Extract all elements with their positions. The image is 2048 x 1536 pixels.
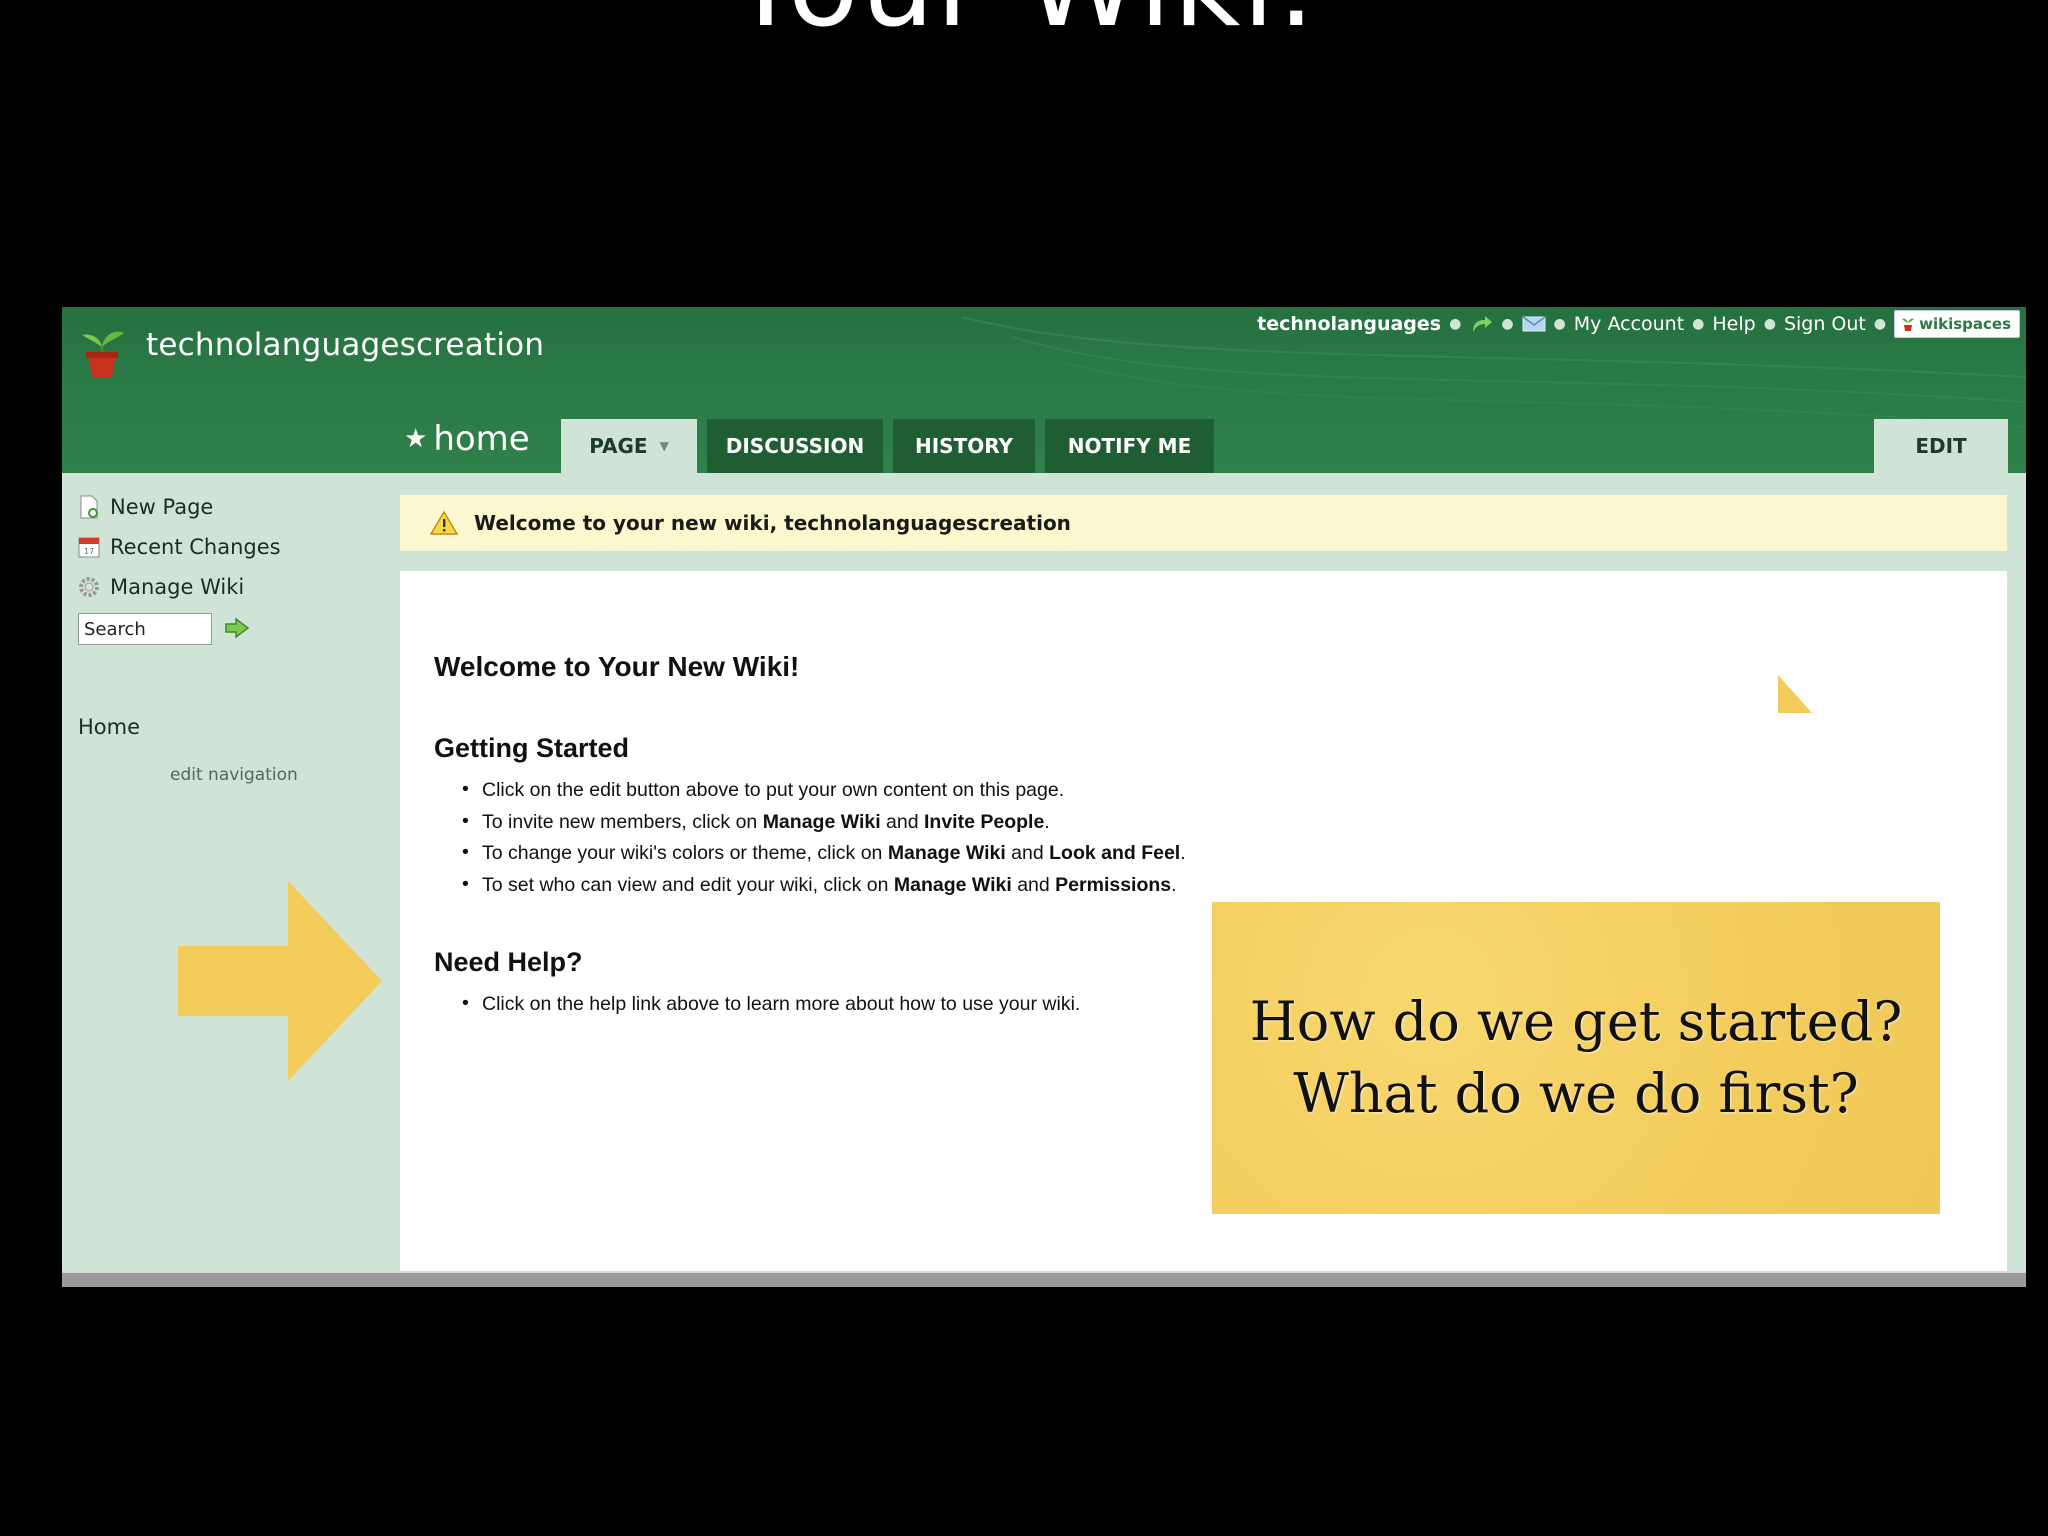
slide-title: Your Wiki: [0,0,2048,44]
site-title[interactable]: technolanguagescreation [146,327,544,363]
list-item: To set who can view and edit your wiki, … [462,873,1186,906]
need-help-heading: Need Help? [434,947,583,977]
sidebar-item-label: Recent Changes [110,535,281,559]
tab-page[interactable]: PAGE ▼ [561,419,697,473]
tab-discussion[interactable]: DISCUSSION [707,419,883,473]
content-heading: Welcome to Your New Wiki! [434,651,800,682]
list-item: To invite new members, click on Manage W… [462,810,1186,843]
separator-dot: ● [1692,316,1705,332]
calendar-icon: 17 [78,537,100,558]
star-icon[interactable]: ★ [404,424,427,454]
tab-page-label: PAGE [589,434,648,458]
getting-started-list: Click on the edit button above to put yo… [462,778,1186,906]
share-arrow-icon[interactable] [1469,314,1493,334]
tab-history[interactable]: HISTORY [893,419,1035,473]
sidebar-item-recent-changes[interactable]: 17 Recent Changes [78,535,281,559]
list-item: Click on the edit button above to put yo… [462,778,1186,811]
tab-notify-me-label: NOTIFY ME [1067,434,1192,458]
username-link[interactable]: technolanguages [1257,313,1441,335]
getting-started-heading: Getting Started [434,733,630,763]
page-title: ★ home [404,419,530,459]
mouse-cursor-icon [1778,675,1812,713]
wikispaces-badge-label: wikispaces [1919,315,2011,333]
tab-history-label: HISTORY [914,434,1014,458]
sign-out-link[interactable]: Sign Out [1784,313,1866,335]
search-go-arrow-icon[interactable] [224,617,250,639]
sidebar-item-new-page[interactable]: New Page [78,495,213,519]
browser-status-bar [62,1271,2026,1287]
my-account-link[interactable]: My Account [1574,313,1684,335]
yellow-pointer-arrow-icon [178,881,382,1081]
list-item: To change your wiki's colors or theme, c… [462,841,1186,874]
wiki-logo-plant-icon [82,331,124,377]
page-name: home [433,419,530,459]
callout-note: How do we get started? What do we do fir… [1212,902,1940,1214]
need-help-list: Click on the help link above to learn mo… [462,992,1080,1025]
edit-navigation-link[interactable]: edit navigation [170,765,298,785]
list-item: Click on the help link above to learn mo… [462,992,1080,1025]
separator-dot: ● [1449,316,1462,332]
tab-notify-me[interactable]: NOTIFY ME [1045,419,1214,473]
gear-icon [79,577,99,597]
chevron-down-icon: ▼ [659,439,669,453]
separator-dot: ● [1873,316,1887,332]
header-banner: technolanguagescreation technolanguages … [62,307,2026,473]
search-input[interactable] [78,613,212,645]
user-toolbar: technolanguages ● ● ● My Account ● Help … [1257,309,2020,339]
sidebar-item-label: New Page [110,495,214,519]
separator-dot: ● [1501,316,1514,332]
help-link[interactable]: Help [1712,313,1755,335]
welcome-notice: Welcome to your new wiki, technolanguage… [400,495,2007,551]
svg-text:17: 17 [84,547,94,556]
tab-discussion-label: DISCUSSION [725,434,865,458]
wikispaces-logo-icon [1902,318,1915,331]
separator-dot: ● [1553,316,1566,332]
callout-line-1: How do we get started? [1249,990,1903,1053]
callout-line-2: What do we do first? [1293,1062,1859,1125]
sidebar-item-label: Manage Wiki [110,575,245,599]
welcome-notice-text: Welcome to your new wiki, technolanguage… [474,511,1071,535]
warning-icon [430,511,458,535]
sidebar-nav-home[interactable]: Home [78,715,140,739]
wikispaces-badge[interactable]: wikispaces [1894,310,2020,338]
mail-icon[interactable] [1522,315,1546,333]
edit-button[interactable]: EDIT [1874,419,2008,473]
separator-dot: ● [1763,316,1776,332]
edit-button-label: EDIT [1915,434,1967,458]
sidebar-item-manage-wiki[interactable]: Manage Wiki [78,575,244,599]
new-page-icon [80,495,98,519]
